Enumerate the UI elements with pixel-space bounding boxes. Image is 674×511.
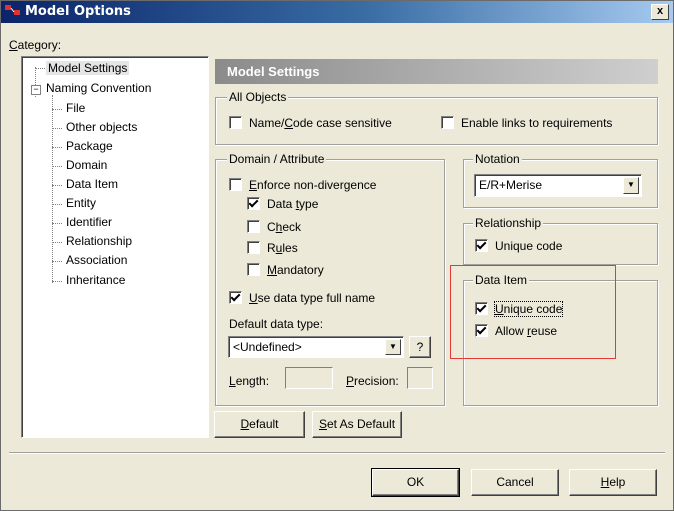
relationship-title: Relationship (473, 216, 544, 230)
window-title: Model Options (25, 4, 131, 19)
check-checkbox[interactable] (247, 220, 260, 233)
rules-label: Rules (267, 241, 298, 255)
default-data-type-label: Default data type: (229, 317, 324, 331)
data-type-help-button[interactable]: ? (409, 336, 431, 358)
tree-connector (52, 95, 53, 283)
tree-item-relationship[interactable]: Relationship (66, 234, 132, 248)
length-field[interactable] (285, 367, 333, 389)
title-bar[interactable]: Model Options (1, 1, 673, 23)
notation-combo[interactable]: E/R+Merise ▼ (474, 174, 642, 197)
close-button[interactable]: x (651, 4, 669, 20)
use-full-name-checkbox[interactable] (229, 291, 242, 304)
app-icon (5, 5, 20, 15)
enforce-non-divergence-label: Enforce non-divergence (249, 178, 377, 192)
check-label: Check (267, 220, 302, 234)
category-label: Category: (9, 38, 62, 52)
relationship-unique-code-checkbox[interactable] (475, 239, 488, 252)
name-code-case-sensitive-label: Name/Code case sensitive (249, 116, 392, 130)
tree-item-identifier[interactable]: Identifier (66, 215, 112, 229)
length-label: Length: (229, 374, 270, 388)
tree-item-data-item[interactable]: Data Item (66, 177, 118, 191)
enforce-non-divergence-checkbox[interactable] (229, 178, 242, 191)
tree-item-domain[interactable]: Domain (66, 158, 107, 172)
separator (9, 452, 665, 454)
tree-item-model-settings[interactable]: Model Settings (46, 61, 130, 75)
tree-item-package[interactable]: Package (66, 139, 113, 153)
tree-item-naming-convention[interactable]: Naming Convention (46, 81, 151, 95)
model-options-dialog: Model Options x Category: Model Settings… (0, 0, 674, 511)
tree-item-association[interactable]: Association (66, 253, 127, 267)
default-data-type-value: <Undefined> (233, 340, 302, 354)
annotation-highlight-box (450, 265, 616, 359)
data-type-label: Data type (267, 197, 319, 211)
dropdown-arrow-icon[interactable]: ▼ (623, 177, 639, 194)
rules-checkbox[interactable] (247, 241, 260, 254)
notation-title: Notation (473, 152, 522, 166)
data-type-checkbox[interactable] (247, 197, 260, 210)
tree-item-entity[interactable]: Entity (66, 196, 96, 210)
set-as-default-button[interactable]: Set As Default (312, 411, 402, 438)
dropdown-arrow-icon[interactable]: ▼ (385, 339, 401, 355)
ok-button[interactable]: OK (371, 468, 460, 497)
panel-title: Model Settings (215, 59, 658, 84)
default-data-type-combo[interactable]: <Undefined> ▼ (228, 336, 404, 358)
tree-item-other-objects[interactable]: Other objects (66, 120, 137, 134)
enable-links-checkbox[interactable] (441, 116, 454, 129)
mandatory-checkbox[interactable] (247, 263, 260, 276)
category-tree[interactable]: Model Settings − Naming Convention File … (21, 56, 209, 438)
domain-attribute-title: Domain / Attribute (227, 152, 327, 166)
precision-field[interactable] (407, 367, 433, 389)
tree-item-file[interactable]: File (66, 101, 85, 115)
precision-label: Precision: (346, 374, 399, 388)
collapse-icon[interactable]: − (31, 85, 41, 95)
tree-connector (35, 68, 45, 69)
enable-links-label: Enable links to requirements (461, 116, 613, 130)
notation-value: E/R+Merise (479, 178, 543, 192)
default-button[interactable]: Default (214, 411, 305, 438)
use-full-name-label: Use data type full name (249, 291, 376, 305)
cancel-button[interactable]: Cancel (471, 469, 559, 496)
all-objects-title: All Objects (227, 90, 289, 104)
name-code-case-sensitive-checkbox[interactable] (229, 116, 242, 129)
relationship-unique-code-label: Unique code (495, 239, 563, 253)
tree-item-inheritance[interactable]: Inheritance (66, 273, 125, 287)
help-button[interactable]: Help (569, 469, 657, 496)
mandatory-label: Mandatory (267, 263, 324, 277)
